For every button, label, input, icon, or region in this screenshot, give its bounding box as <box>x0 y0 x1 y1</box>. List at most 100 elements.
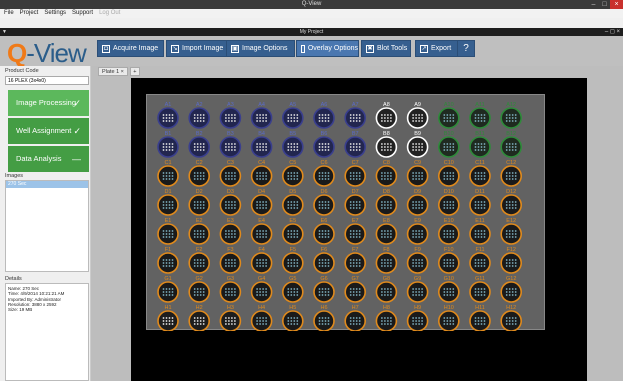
import-image-button[interactable]: ↘ Import Image <box>166 40 232 57</box>
well-H2[interactable] <box>188 310 211 332</box>
acquire-image-button[interactable]: ◘ Acquire Image <box>97 40 164 57</box>
well-D8[interactable] <box>375 194 398 216</box>
well-G6[interactable] <box>313 281 335 303</box>
well-E4[interactable] <box>250 223 273 245</box>
well-A10[interactable] <box>437 107 460 129</box>
well-G10[interactable] <box>437 281 460 303</box>
well-E12[interactable] <box>500 223 523 245</box>
well-C1[interactable] <box>157 165 179 187</box>
well-D7[interactable] <box>344 194 366 216</box>
well-G12[interactable] <box>500 281 523 303</box>
well-H3[interactable] <box>219 310 242 332</box>
well-H8[interactable] <box>375 310 398 332</box>
well-H5[interactable] <box>282 310 304 332</box>
well-B7[interactable] <box>344 136 366 158</box>
well-F7[interactable] <box>344 252 366 274</box>
well-B11[interactable] <box>469 136 491 158</box>
well-H12[interactable] <box>500 310 523 332</box>
well-A12[interactable] <box>500 107 523 129</box>
well-H11[interactable] <box>469 310 491 332</box>
well-E6[interactable] <box>313 223 335 245</box>
well-E3[interactable] <box>219 223 242 245</box>
well-B5[interactable] <box>282 136 304 158</box>
well-F1[interactable] <box>157 252 179 274</box>
well-B9[interactable] <box>406 136 429 158</box>
well-H6[interactable] <box>313 310 335 332</box>
well-E5[interactable] <box>282 223 304 245</box>
list-item[interactable]: 270 Sec <box>6 181 88 188</box>
well-G8[interactable] <box>375 281 398 303</box>
well-grid[interactable]: A1 A2 A3 A4 A5 A6 A7 A8 A9 A10 A11 A12 B1 B2 B3 B4 B5 B6 B… <box>147 95 546 332</box>
well-E10[interactable] <box>437 223 460 245</box>
well-H9[interactable] <box>406 310 429 332</box>
well-G4[interactable] <box>250 281 273 303</box>
well-G3[interactable] <box>219 281 242 303</box>
well-A1[interactable] <box>157 107 179 129</box>
well-D5[interactable] <box>282 194 304 216</box>
well-C10[interactable] <box>437 165 460 187</box>
step-well-assignment[interactable]: Well Assignment ✓ <box>8 118 89 144</box>
well-H10[interactable] <box>437 310 460 332</box>
well-F11[interactable] <box>469 252 491 274</box>
maximize-button[interactable]: □ <box>599 0 610 9</box>
well-B3[interactable] <box>219 136 242 158</box>
well-F3[interactable] <box>219 252 242 274</box>
well-F9[interactable] <box>406 252 429 274</box>
close-tab-icon[interactable]: × <box>121 69 124 75</box>
export-button[interactable]: ↗ Export <box>415 40 459 57</box>
well-A7[interactable] <box>344 107 366 129</box>
project-window-controls[interactable]: – ◻ × <box>605 28 620 36</box>
well-H7[interactable] <box>344 310 366 332</box>
well-E7[interactable] <box>344 223 366 245</box>
tab-plate-1[interactable]: Plate 1 × <box>98 67 128 76</box>
well-E1[interactable] <box>157 223 179 245</box>
well-G1[interactable] <box>157 281 179 303</box>
well-A6[interactable] <box>313 107 335 129</box>
well-G5[interactable] <box>282 281 304 303</box>
well-A5[interactable] <box>282 107 304 129</box>
well-E11[interactable] <box>469 223 491 245</box>
well-F8[interactable] <box>375 252 398 274</box>
well-F12[interactable] <box>500 252 523 274</box>
well-E8[interactable] <box>375 223 398 245</box>
well-C3[interactable] <box>219 165 242 187</box>
well-A3[interactable] <box>219 107 242 129</box>
menu-item-settings[interactable]: Settings <box>44 9 66 18</box>
well-C7[interactable] <box>344 165 366 187</box>
product-code-select[interactable]: 16 PLEX (3x4x0) <box>5 76 89 85</box>
well-F2[interactable] <box>188 252 211 274</box>
well-A2[interactable] <box>188 107 211 129</box>
well-B1[interactable] <box>157 136 179 158</box>
close-button[interactable]: × <box>610 0 623 9</box>
well-F10[interactable] <box>437 252 460 274</box>
menu-item-support[interactable]: Support <box>72 9 93 18</box>
well-C5[interactable] <box>282 165 304 187</box>
well-C9[interactable] <box>406 165 429 187</box>
well-H4[interactable] <box>250 310 273 332</box>
well-A11[interactable] <box>469 107 491 129</box>
menu-item-project[interactable]: Project <box>20 9 39 18</box>
well-F5[interactable] <box>282 252 304 274</box>
well-F6[interactable] <box>313 252 335 274</box>
well-G9[interactable] <box>406 281 429 303</box>
help-button[interactable]: ? <box>457 40 475 57</box>
well-A8[interactable] <box>375 107 398 129</box>
well-E2[interactable] <box>188 223 211 245</box>
collapse-icon[interactable]: ▼ <box>2 28 7 36</box>
well-G11[interactable] <box>469 281 491 303</box>
well-C4[interactable] <box>250 165 273 187</box>
well-G7[interactable] <box>344 281 366 303</box>
step-image-processing[interactable]: Image Processing ✓ <box>8 90 89 116</box>
well-G2[interactable] <box>188 281 211 303</box>
well-B12[interactable] <box>500 136 523 158</box>
well-E9[interactable] <box>406 223 429 245</box>
well-C2[interactable] <box>188 165 211 187</box>
well-A4[interactable] <box>250 107 273 129</box>
well-B6[interactable] <box>313 136 335 158</box>
well-B10[interactable] <box>437 136 460 158</box>
well-B8[interactable] <box>375 136 398 158</box>
overlay-options-button[interactable]: Overlay Options <box>296 40 359 57</box>
well-H1[interactable] <box>157 310 179 332</box>
blot-tools-button[interactable]: ✖ Blot Tools <box>361 40 411 57</box>
well-D4[interactable] <box>250 194 273 216</box>
